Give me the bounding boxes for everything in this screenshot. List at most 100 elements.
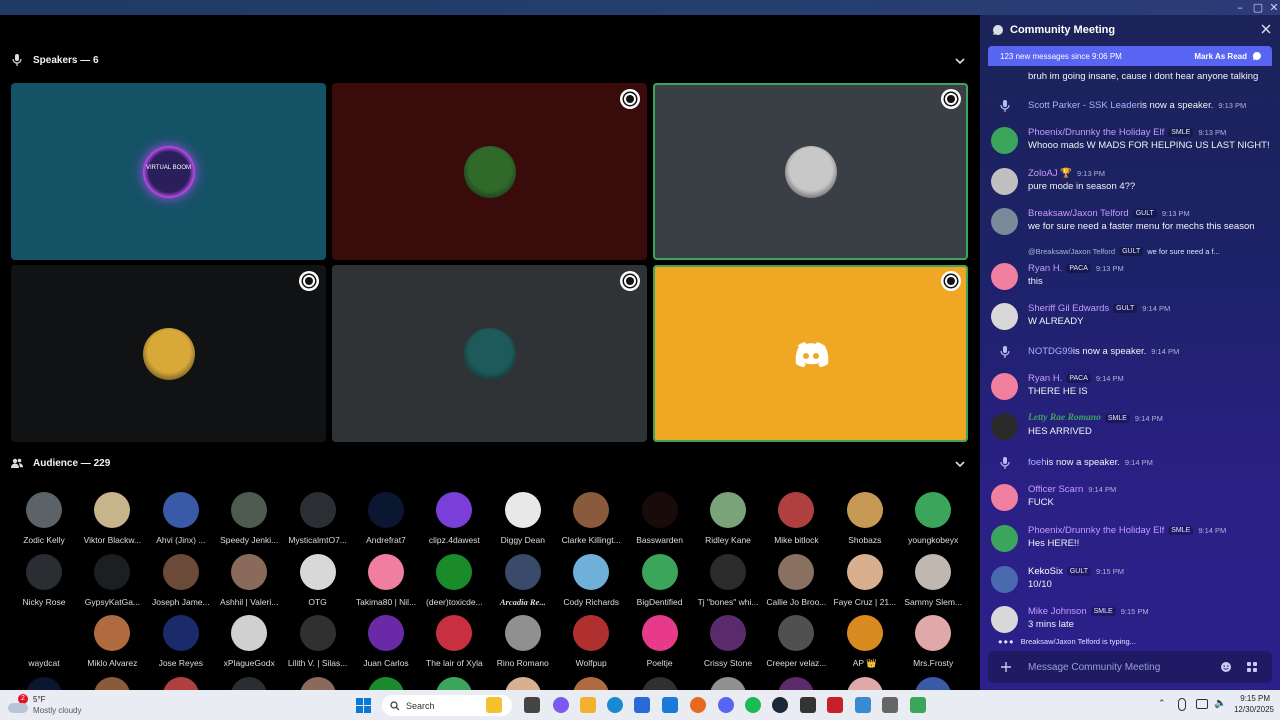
audience-member[interactable]: Arcadia Re... [489,553,557,607]
audience-member[interactable] [215,677,283,690]
speaker-name[interactable]: NOTDG99 [1028,346,1073,357]
audience-member[interactable]: Lilith V. | Silas... [284,615,352,668]
audience-member[interactable]: Miklo Alvarez [78,615,146,668]
new-messages-bar[interactable]: 123 new messages since 9:06 PM Mark As R… [988,46,1272,66]
audience-member[interactable]: GypsyKatGa... [78,553,146,607]
audience-member[interactable] [284,677,352,690]
windows-start-icon[interactable] [356,698,371,713]
copilot-icon[interactable] [553,697,569,713]
audience-member[interactable]: Jose Reyes [147,615,215,668]
file-explorer-icon[interactable] [486,697,502,713]
audience-member[interactable]: Sammy Slem... [899,553,967,607]
audience-member[interactable]: waydcat [10,615,78,668]
settings-icon[interactable] [882,697,898,713]
audience-member[interactable]: Mrs.Frosty [899,615,967,668]
terminal-icon[interactable] [800,697,816,713]
chat-message[interactable]: KekoSix GULT 9:15 PM 10/10 [980,566,1280,602]
task-view-icon[interactable] [524,697,540,713]
audience-member[interactable] [78,677,146,690]
chat-message[interactable]: Sheriff Gil Edwards GULT 9:14 PM W ALREADY [980,303,1280,339]
audience-member[interactable]: youngkobeyx [899,492,967,545]
valorant-icon[interactable] [827,697,843,713]
chat-message[interactable]: Phoenix/Drunnky the Holiday Elf SMLE 9:13 … [980,127,1280,163]
audience-member[interactable]: The lair of Xyla [420,615,488,668]
chat-message[interactable]: ZoloAJ 🏆 9:13 PM pure mode in season 4?? [980,168,1280,204]
audience-member[interactable]: AP 👑 [831,615,899,669]
reply-mention[interactable]: @Breaksaw/Jaxon Telford [1028,247,1115,256]
username[interactable]: Officer Scarn [1028,484,1083,495]
avatar[interactable] [991,525,1018,552]
username[interactable]: Sheriff Gil Edwards [1028,303,1109,314]
audience-member[interactable]: Ridley Kane [694,492,762,545]
audience-member[interactable] [352,677,420,690]
audience-member[interactable]: Clarke Killingt... [557,492,625,545]
avatar[interactable] [991,484,1018,511]
audience-member[interactable] [694,677,762,690]
firefox-icon[interactable] [690,697,706,713]
audience-member[interactable]: (deer)toxicde... [420,553,488,607]
spotify-icon[interactable] [745,697,761,713]
audience-member[interactable]: clipz.4dawest [420,492,488,545]
audience-member[interactable]: Faye Cruz | 21... [831,553,899,607]
chat-message[interactable]: Ryan H. PACA 9:14 PM THERE HE IS [980,373,1280,409]
audience-member[interactable] [899,677,967,690]
audience-member[interactable]: OTG [284,553,352,607]
close-icon[interactable] [1260,23,1272,35]
audience-member[interactable]: Juan Carlos [352,615,420,668]
avatar[interactable] [991,413,1018,440]
audience-member[interactable] [489,677,557,690]
add-attachment-icon[interactable] [1000,661,1012,673]
volume-icon[interactable]: 🔈 [1214,698,1226,709]
audience-member[interactable]: Viktor Blackw... [78,492,146,545]
audience-member[interactable]: Cody Richards [557,553,625,607]
audience-member[interactable] [762,677,830,690]
audience-member[interactable]: Andrefrat7 [352,492,420,545]
speakers-header[interactable]: Speakers — 6 [10,50,99,70]
audience-member[interactable] [147,677,215,690]
notepad-icon[interactable] [855,697,871,713]
steam-icon[interactable] [772,697,788,713]
message-input[interactable]: Message Community Meeting [1028,662,1160,673]
discord-canary-icon[interactable] [910,697,926,713]
avatar[interactable] [991,566,1018,593]
close-window-button[interactable]: ✕ [1264,0,1280,15]
audience-member[interactable]: Creeper velaz... [762,615,830,668]
weather-widget[interactable]: 2 [8,694,32,715]
username[interactable]: Letty Rae Romano [1028,413,1101,423]
clock-time[interactable]: 9:15 PM [1234,694,1270,703]
audience-member[interactable]: xPlagueGodx [215,615,283,668]
chat-message[interactable]: Phoenix/Drunnky the Holiday Elf SMLE 9:14 … [980,525,1280,561]
avatar[interactable] [991,303,1018,330]
audience-member[interactable]: Poeltje [626,615,694,668]
apps-icon[interactable] [1246,661,1258,673]
username[interactable]: Breaksaw/Jaxon Telford [1028,208,1129,219]
username[interactable]: ZoloAJ 🏆 [1028,168,1072,179]
audience-member[interactable] [420,677,488,690]
avatar[interactable] [991,168,1018,195]
minimize-button[interactable]: – [1230,0,1250,15]
avatar[interactable] [991,127,1018,154]
audience-header[interactable]: Audience — 229 [10,453,110,473]
audience-member[interactable]: Joseph Jame... [147,553,215,607]
tray-chevron-icon[interactable]: ⌃ [1158,699,1166,709]
message-composer[interactable]: Message Community Meeting [988,651,1272,683]
audience-member[interactable]: Callie Jo Broo... [762,553,830,607]
chat-message[interactable]: Ryan H. PACA 9:13 PM this [980,263,1280,299]
monitor-icon[interactable] [1196,699,1208,709]
audience-member[interactable]: Zodic Kelly [10,492,78,545]
audience-member[interactable]: MysticalmtO7... [284,492,352,545]
audience-member[interactable]: Nicky Rose [10,553,78,607]
audience-member[interactable] [557,677,625,690]
store-icon[interactable] [634,697,650,713]
username[interactable]: Phoenix/Drunnky the Holiday Elf [1028,525,1164,536]
avatar[interactable] [991,606,1018,633]
username[interactable]: Ryan H. [1028,373,1062,384]
mail-icon[interactable] [662,697,678,713]
audience-member[interactable]: Basswarden [626,492,694,545]
username[interactable]: Mike Johnson [1028,606,1087,617]
audience-member[interactable]: Ashhil | Valeri... [215,553,283,607]
audience-member[interactable]: Diggy Dean [489,492,557,545]
audience-member[interactable]: Ahvi (Jinx) ... [147,492,215,545]
discord-icon[interactable] [718,697,734,713]
microphone-tray-icon[interactable] [1178,698,1186,711]
